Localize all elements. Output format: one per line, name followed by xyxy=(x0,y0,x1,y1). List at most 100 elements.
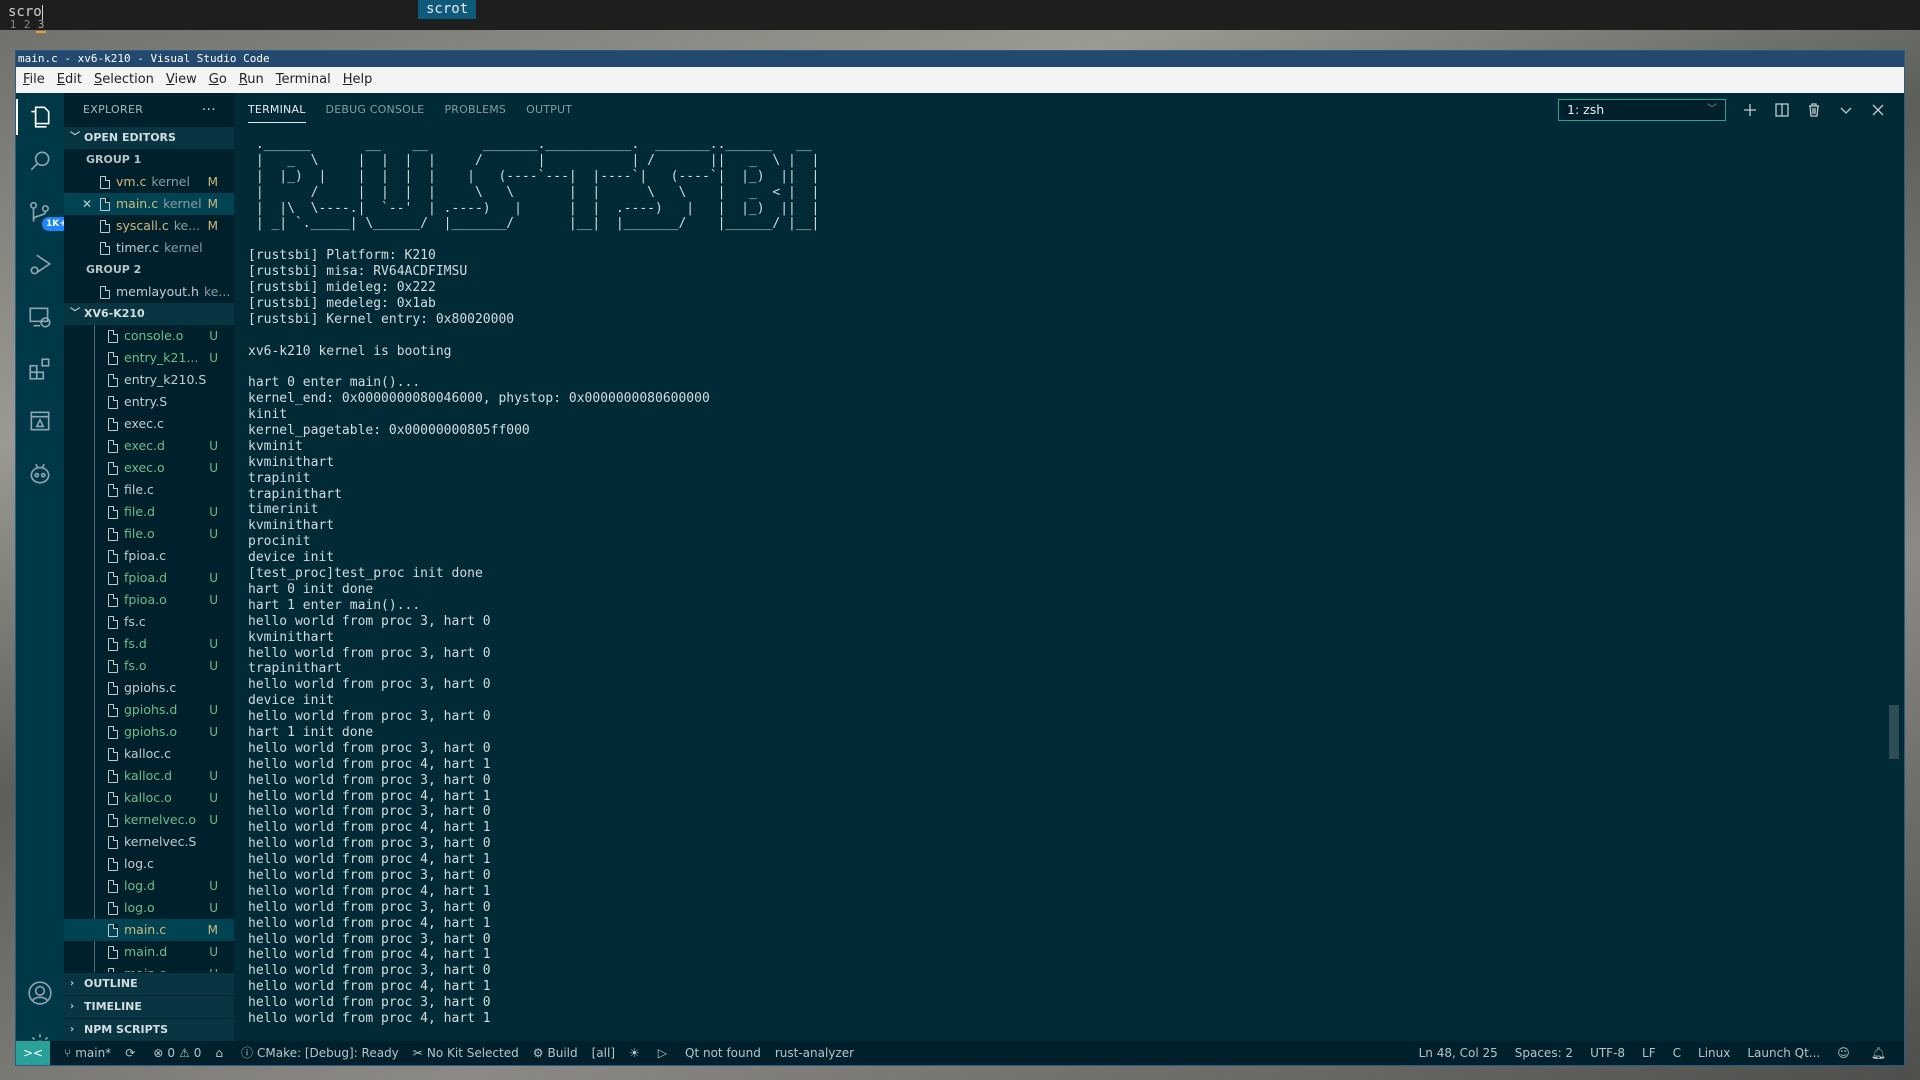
launch-qt[interactable]: Launch Qt... xyxy=(1747,1041,1820,1065)
platformio-icon[interactable] xyxy=(16,449,64,497)
indentation[interactable]: Spaces: 2 xyxy=(1515,1041,1573,1065)
file-tree-item[interactable]: fpioa.d U xyxy=(64,567,234,589)
run-button[interactable]: ▷ xyxy=(658,1041,671,1065)
qt-status[interactable]: Qt not found xyxy=(685,1041,761,1065)
file-tree-item[interactable]: fs.o U xyxy=(64,655,234,677)
language-mode[interactable]: C xyxy=(1673,1041,1681,1065)
terminal-line: hello world from proc 3, hart 0 xyxy=(248,899,491,915)
file-tree-item[interactable]: exec.d U xyxy=(64,435,234,457)
open-editor-item[interactable]: vm.c kernel M xyxy=(64,171,234,193)
sync-button[interactable]: ⟳ xyxy=(125,1041,139,1065)
file-tree-item[interactable]: kalloc.c xyxy=(64,743,234,765)
tab-debug-console[interactable]: DEBUG CONSOLE xyxy=(326,93,425,127)
source-control-icon[interactable]: 1K+ xyxy=(16,189,71,237)
explorer-icon[interactable] xyxy=(16,93,64,141)
file-tree-item[interactable]: kalloc.o U xyxy=(64,787,234,809)
file-tree-item[interactable]: main.d U xyxy=(64,941,234,963)
file-tree-item[interactable]: entry.S xyxy=(64,391,234,413)
remote-indicator[interactable]: >< xyxy=(16,1041,50,1065)
notifications-bell-icon[interactable]: 🔔︎ xyxy=(1871,1041,1890,1065)
file-tree-item[interactable]: fpioa.o U xyxy=(64,589,234,611)
tab-problems[interactable]: PROBLEMS xyxy=(444,93,506,127)
section-outline[interactable]: › OUTLINE xyxy=(64,972,234,995)
file-tree-item[interactable]: log.d U xyxy=(64,875,234,897)
open-editor-item[interactable]: timer.c kernel xyxy=(64,237,234,259)
build-target[interactable]: [all] xyxy=(592,1041,615,1065)
file-tree-item[interactable]: fpioa.c xyxy=(64,545,234,567)
file-tree-item[interactable]: main.c M xyxy=(64,919,234,941)
cmake-kit[interactable]: ✂ No Kit Selected xyxy=(413,1041,519,1065)
open-editor-item[interactable]: memlayout.h ke... xyxy=(64,281,234,303)
section-timeline[interactable]: › TIMELINE xyxy=(64,995,234,1018)
run-debug-icon[interactable] xyxy=(16,241,64,289)
menu-help[interactable]: Help xyxy=(343,67,373,93)
terminal-select[interactable]: 1: zsh ﹀ xyxy=(1558,99,1726,121)
build-button[interactable]: ⚙ Build xyxy=(533,1041,578,1065)
file-tree-item[interactable]: fs.c xyxy=(64,611,234,633)
feedback-icon[interactable]: ☺ xyxy=(1837,1041,1854,1065)
file-tree-item[interactable]: file.c xyxy=(64,479,234,501)
cmake-icon[interactable] xyxy=(16,397,64,445)
close-icon[interactable] xyxy=(1862,99,1894,121)
open-editor-item[interactable]: syscall.c ke... M xyxy=(64,215,234,237)
file-tree-item[interactable]: exec.o U xyxy=(64,457,234,479)
file-tree-item[interactable]: exec.c xyxy=(64,413,234,435)
close-icon[interactable]: ✕ xyxy=(82,193,92,215)
remote-explorer-icon[interactable] xyxy=(16,293,64,341)
terminal-line: [rustsbi] Platform: K210 xyxy=(248,248,436,264)
encoding[interactable]: UTF-8 xyxy=(1590,1041,1625,1065)
file-tree-item[interactable]: kalloc.d U xyxy=(64,765,234,787)
cmake-status[interactable]: ⓘ CMake: [Debug]: Ready xyxy=(241,1041,399,1065)
search-icon[interactable] xyxy=(16,137,64,185)
trash-icon[interactable] xyxy=(1798,99,1830,121)
chevron-down-icon[interactable] xyxy=(1830,99,1862,121)
menu-selection[interactable]: Selection xyxy=(94,67,154,93)
tab-terminal[interactable]: TERMINAL xyxy=(248,93,306,127)
cursor-position[interactable]: Ln 48, Col 25 xyxy=(1419,1041,1498,1065)
menu-run[interactable]: Run xyxy=(239,67,264,93)
menu-edit[interactable]: Edit xyxy=(57,67,82,93)
git-branch[interactable]: ⑂ main* xyxy=(64,1041,111,1065)
menu-file[interactable]: File xyxy=(23,67,45,93)
file-tree-item[interactable]: file.d U xyxy=(64,501,234,523)
file-tree-item[interactable]: gpiohs.d U xyxy=(64,699,234,721)
file-tree-item[interactable]: console.o U xyxy=(64,325,234,347)
tab-output[interactable]: OUTPUT xyxy=(526,93,572,127)
menu-mnemonic: G xyxy=(208,72,219,87)
file-tree-item[interactable]: kernelvec.o U xyxy=(64,809,234,831)
file-icon xyxy=(108,681,118,695)
file-tree-item[interactable]: gpiohs.o U xyxy=(64,721,234,743)
launcher-match-scrot[interactable]: scrot xyxy=(418,0,477,19)
more-actions-icon[interactable]: ··· xyxy=(202,93,216,127)
workspace-section[interactable]: ﹀ XV6-K210 xyxy=(64,303,234,325)
platform[interactable]: Linux xyxy=(1698,1041,1730,1065)
workspace-1[interactable]: 1 xyxy=(8,18,18,31)
file-tree-item[interactable]: kernelvec.S xyxy=(64,831,234,853)
menu-go[interactable]: Go xyxy=(209,67,227,93)
terminal-scrollbar[interactable] xyxy=(1889,705,1899,759)
debug-button[interactable]: ☀ xyxy=(629,1041,644,1065)
terminal-output[interactable]: .______ __ __ _______.___________. _____… xyxy=(248,137,1874,1041)
line-ending[interactable]: LF xyxy=(1642,1041,1656,1065)
file-tree-item[interactable]: entry_k21... U xyxy=(64,347,234,369)
extensions-icon[interactable] xyxy=(16,345,64,393)
workspace-3[interactable]: 3 xyxy=(36,18,46,33)
rust-analyzer-status[interactable]: rust-analyzer xyxy=(775,1041,854,1065)
menu-terminal[interactable]: Terminal xyxy=(276,67,331,93)
new-terminal-icon[interactable] xyxy=(1734,99,1766,121)
file-tree-item[interactable]: log.o U xyxy=(64,897,234,919)
workspace-2[interactable]: 2 xyxy=(22,18,32,31)
file-tree-item[interactable]: entry_k210.S xyxy=(64,369,234,391)
account-icon[interactable] xyxy=(16,969,64,1017)
section-npm-scripts[interactable]: › NPM SCRIPTS xyxy=(64,1018,234,1041)
file-tree-item[interactable]: file.o U xyxy=(64,523,234,545)
split-terminal-icon[interactable] xyxy=(1766,99,1798,121)
open-editor-item[interactable]: ✕ main.c kernel M xyxy=(64,193,234,215)
file-tree-item[interactable]: log.c xyxy=(64,853,234,875)
menu-view[interactable]: View xyxy=(166,67,197,93)
problems-indicator[interactable]: ⊗ 0 ⚠ 0 xyxy=(153,1041,201,1065)
file-tree-item[interactable]: gpiohs.c xyxy=(64,677,234,699)
file-tree-item[interactable]: fs.d U xyxy=(64,633,234,655)
home-button[interactable]: ⌂ xyxy=(215,1041,227,1065)
open-editors-section[interactable]: ﹀ OPEN EDITORS xyxy=(64,127,234,149)
